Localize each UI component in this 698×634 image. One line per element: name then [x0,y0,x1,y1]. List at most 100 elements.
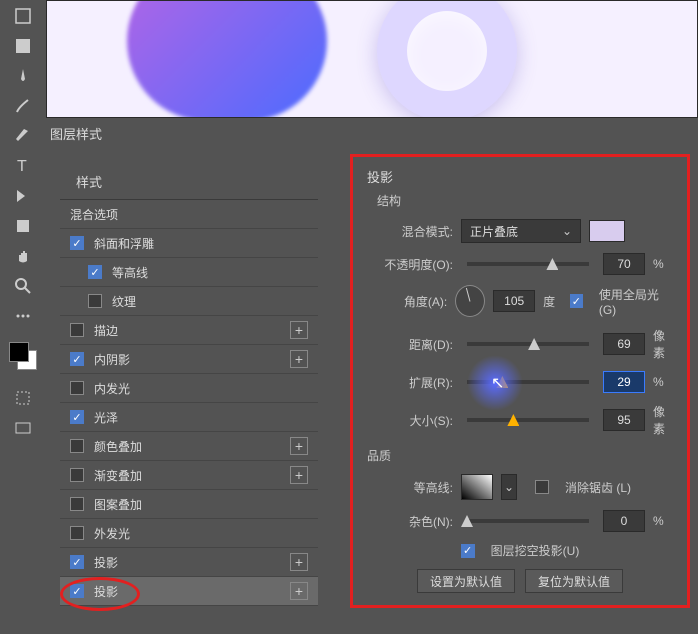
marquee-tool[interactable] [7,34,39,58]
style-row[interactable]: 光泽 [60,403,318,432]
style-row[interactable]: 内阴影+ [60,345,318,374]
svg-text:T: T [17,158,27,175]
style-checkbox[interactable] [70,410,84,424]
style-row[interactable]: 图案叠加 [60,490,318,519]
style-label: 纹理 [112,293,308,310]
brush-tool[interactable] [7,94,39,118]
noise-slider[interactable] [467,519,589,523]
style-label: 等高线 [112,264,308,281]
set-default-button[interactable]: 设置为默认值 [417,569,515,593]
document-canvas [46,0,698,118]
quality-subtitle: 品质 [367,447,673,464]
quick-mask-tool[interactable] [7,386,39,410]
noise-unit: % [653,514,673,528]
style-row[interactable]: 斜面和浮雕 [60,229,318,258]
antialias-checkbox[interactable] [535,480,549,494]
style-label: 内阴影 [94,351,290,368]
shadow-color-swatch[interactable] [589,220,625,242]
style-row[interactable]: 外发光 [60,519,318,548]
style-label: 内发光 [94,380,308,397]
knockout-label: 图层挖空投影(U) [491,542,580,559]
style-label: 斜面和浮雕 [94,235,308,252]
reset-default-button[interactable]: 复位为默认值 [525,569,623,593]
angle-input[interactable] [493,290,535,312]
angle-dial[interactable] [455,285,485,317]
distance-input[interactable] [603,333,645,355]
blend-mode-label: 混合模式: [367,223,453,240]
styles-panel-header: 样式 [60,162,318,200]
hand-tool[interactable] [7,244,39,268]
spread-input[interactable] [603,371,645,393]
style-row[interactable]: 混合选项 [60,200,318,229]
type-tool[interactable]: T [7,154,39,178]
add-effect-button[interactable]: + [290,350,308,368]
add-effect-button[interactable]: + [290,553,308,571]
foreground-background-colors[interactable] [9,342,37,370]
contour-preview[interactable] [461,474,493,500]
opacity-slider[interactable] [467,262,589,266]
style-checkbox[interactable] [70,526,84,540]
blend-mode-dropdown[interactable]: 正片叠底 [461,219,581,243]
canvas-ring-shape [377,0,517,118]
add-effect-button[interactable]: + [290,437,308,455]
style-row[interactable]: 等高线 [60,258,318,287]
style-row[interactable]: 投影+ [60,548,318,577]
size-input[interactable] [603,409,645,431]
style-checkbox[interactable] [88,294,102,308]
style-label: 颜色叠加 [94,438,290,455]
panel-title: 投影 [367,167,673,186]
style-row[interactable]: 渐变叠加+ [60,461,318,490]
style-label: 图案叠加 [94,496,308,513]
path-tool[interactable] [7,184,39,208]
style-label: 投影 [94,583,290,600]
style-checkbox[interactable] [70,584,84,598]
styles-list-panel: 样式 混合选项斜面和浮雕等高线纹理描边+内阴影+内发光光泽颜色叠加+渐变叠加+图… [60,162,318,622]
size-slider[interactable] [467,418,589,422]
angle-label: 角度(A): [367,293,447,310]
style-checkbox[interactable] [70,323,84,337]
spread-slider[interactable] [467,380,589,384]
dialog-title: 图层样式 [50,124,102,143]
structure-subtitle: 结构 [367,192,673,209]
zoom-tool[interactable] [7,274,39,298]
screen-mode-tool[interactable] [7,416,39,440]
style-checkbox[interactable] [70,439,84,453]
distance-label: 距离(D): [367,336,453,353]
style-checkbox[interactable] [70,497,84,511]
opacity-input[interactable] [603,253,645,275]
style-checkbox[interactable] [70,555,84,569]
add-effect-button[interactable]: + [290,321,308,339]
style-checkbox[interactable] [70,381,84,395]
style-row[interactable]: 描边+ [60,316,318,345]
rect-tool[interactable] [7,4,39,28]
noise-input[interactable] [603,510,645,532]
style-checkbox[interactable] [70,352,84,366]
distance-slider[interactable] [467,342,589,346]
style-row[interactable]: 内发光 [60,374,318,403]
distance-unit: 像素 [653,327,673,361]
tools-toolbar: T [0,0,46,634]
size-unit: 像素 [653,403,673,437]
antialias-label: 消除锯齿 (L) [565,479,631,496]
spread-label: 扩展(R): [367,374,453,391]
add-effect-button[interactable]: + [290,466,308,484]
style-row[interactable]: 投影+ [60,577,318,606]
add-effect-button[interactable]: + [290,582,308,600]
spread-unit: % [653,375,673,389]
style-checkbox[interactable] [70,468,84,482]
drop-shadow-settings: 投影 结构 混合模式: 正片叠底 不透明度(O): % 角度(A): 度 使用全… [350,154,690,608]
global-light-checkbox[interactable] [570,294,583,308]
style-label: 描边 [94,322,290,339]
foreground-color-swatch[interactable] [9,342,29,362]
style-row[interactable]: 纹理 [60,287,318,316]
contour-dropdown[interactable]: ⌄ [501,474,517,500]
shape-tool[interactable] [7,214,39,238]
style-checkbox[interactable] [70,236,84,250]
knockout-checkbox[interactable] [461,544,475,558]
style-label: 渐变叠加 [94,467,290,484]
style-checkbox[interactable] [88,265,102,279]
style-row[interactable]: 颜色叠加+ [60,432,318,461]
pen-tool[interactable] [7,124,39,148]
options-tool[interactable] [7,304,39,328]
eyedropper-tool[interactable] [7,64,39,88]
